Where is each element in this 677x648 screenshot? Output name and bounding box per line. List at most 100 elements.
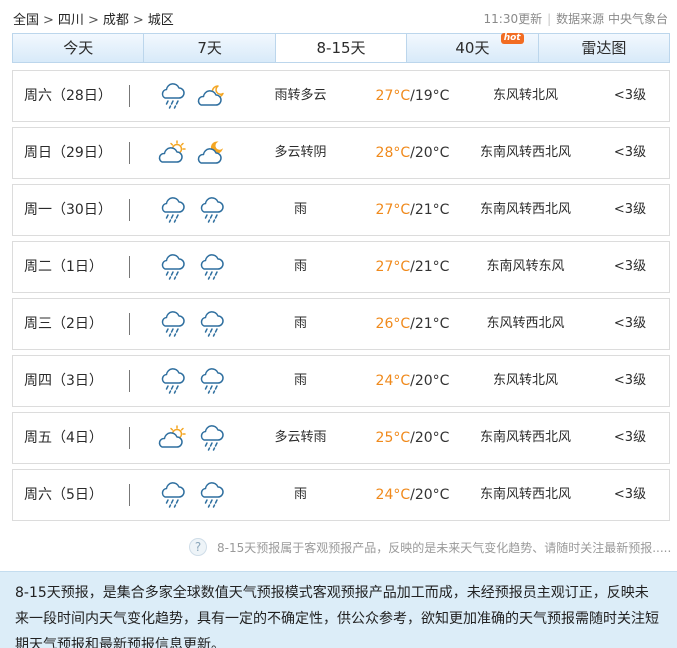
- weather-text: 雨: [293, 316, 307, 331]
- tab-8-15-days[interactable]: 8-15天: [274, 34, 407, 62]
- rain-icon: [157, 480, 187, 510]
- row-divider: [129, 256, 130, 278]
- forecast-row: 周一（30日） 雨 27°C/21°C 东南风转西北风 <3级: [12, 184, 670, 236]
- temperature: 27°C/21°C: [365, 185, 460, 235]
- breadcrumb-country[interactable]: 全国: [13, 13, 39, 28]
- tab-label: 8-15天: [316, 39, 366, 57]
- forecast-date: 周三（2日）: [24, 316, 103, 332]
- breadcrumb-separator: >: [132, 13, 144, 28]
- tab-label: 40天: [455, 39, 490, 57]
- high-temp: 24°C: [375, 487, 411, 503]
- high-temp: 25°C: [375, 430, 411, 446]
- top-bar: 全国 > 四川 > 成都 > 城区 11:30更新 | 数据来源 中央气象台: [0, 0, 677, 33]
- wind-direction: 东南风转西北风: [479, 430, 571, 445]
- partly-cloudy-day-icon: [157, 138, 187, 168]
- info-box: 8-15天预报，是集合多家全球数值天气预报模式客观预报产品加工而成，未经预报员主…: [0, 571, 677, 648]
- low-temp: /20°C: [410, 373, 450, 389]
- wind-direction: 东风转西北风: [486, 316, 565, 331]
- breadcrumb: 全国 > 四川 > 成都 > 城区: [13, 9, 174, 28]
- rain-icon: [196, 195, 226, 225]
- forecast-date: 周一（30日）: [24, 202, 112, 218]
- weather-icons: [157, 423, 226, 453]
- info-text: 8-15天预报，是集合多家全球数值天气预报模式客观预报产品加工而成，未经预报员主…: [15, 585, 659, 648]
- wind-direction: 东风转北风: [492, 373, 558, 388]
- note-text: 8-15天预报属于客观预报产品，反映的是未来天气变化趋势、请随时关注最新预报..…: [217, 540, 671, 555]
- high-temp: 24°C: [375, 373, 411, 389]
- wind-level: <3级: [613, 259, 647, 274]
- forecast-row: 周二（1日） 雨 27°C/21°C 东南风转东风 <3级: [12, 241, 670, 293]
- update-time: 11:30更新: [483, 12, 543, 26]
- wind-direction: 东南风转西北风: [479, 145, 571, 160]
- weather-icons: [157, 309, 226, 339]
- forecast-note: ? 8-15天预报属于客观预报产品，反映的是未来天气变化趋势、请随时关注最新预报…: [189, 537, 671, 557]
- rain-icon: [196, 252, 226, 282]
- help-icon[interactable]: ?: [189, 538, 207, 556]
- high-temp: 27°C: [375, 202, 411, 218]
- low-temp: /20°C: [410, 430, 450, 446]
- row-divider: [129, 85, 130, 107]
- row-divider: [129, 427, 130, 449]
- divider: |: [547, 12, 552, 26]
- row-divider: [129, 370, 130, 392]
- tab-label: 7天: [197, 39, 222, 57]
- tab-label: 雷达图: [581, 39, 627, 57]
- forecast-date: 周六（28日）: [24, 88, 112, 104]
- forecast-date: 周五（4日）: [24, 430, 103, 446]
- tab-7-days[interactable]: 7天: [143, 34, 275, 62]
- wind-level: <3级: [613, 487, 647, 502]
- tab-today[interactable]: 今天: [13, 34, 144, 62]
- temperature: 27°C/19°C: [365, 71, 460, 121]
- wind-level: <3级: [613, 88, 647, 103]
- forecast-date: 周二（1日）: [24, 259, 103, 275]
- row-divider: [129, 484, 130, 506]
- tab-40-days[interactable]: 40天 hot: [406, 33, 538, 62]
- weather-text: 雨: [293, 373, 307, 388]
- wind-level: <3级: [613, 430, 647, 445]
- forecast-row: 周四（3日） 雨 24°C/20°C 东风转北风 <3级: [12, 355, 670, 407]
- tab-label: 今天: [63, 39, 94, 57]
- hot-badge: hot: [500, 33, 524, 44]
- rain-icon: [196, 309, 226, 339]
- wind-level: <3级: [613, 316, 647, 331]
- forecast-row: 周六（5日） 雨 24°C/20°C 东南风转西北风 <3级: [12, 469, 670, 521]
- rain-icon: [196, 480, 226, 510]
- weather-icons: [157, 81, 226, 111]
- wind-direction: 东南风转东风: [486, 259, 565, 274]
- rain-icon: [157, 195, 187, 225]
- weather-icons: [157, 195, 226, 225]
- rain-icon: [157, 252, 187, 282]
- forecast-row: 周五（4日） 多云转雨 25°C/20°C 东南风转西北风 <3级: [12, 412, 670, 464]
- low-temp: /21°C: [410, 202, 450, 218]
- weather-text: 多云转雨: [274, 430, 327, 445]
- temperature: 28°C/20°C: [365, 128, 460, 178]
- breadcrumb-separator: >: [43, 13, 54, 28]
- rain-icon: [157, 81, 187, 111]
- high-temp: 28°C: [375, 145, 411, 161]
- breadcrumb-province[interactable]: 四川: [58, 13, 84, 28]
- forecast-date: 周日（29日）: [24, 145, 112, 161]
- wind-direction: 东南风转西北风: [479, 202, 571, 217]
- temperature: 26°C/21°C: [365, 299, 460, 349]
- wind-direction: 东风转北风: [492, 88, 558, 103]
- breadcrumb-city[interactable]: 成都: [103, 13, 129, 28]
- rain-icon: [157, 366, 187, 396]
- cloudy-night-icon: [196, 138, 226, 168]
- weather-text: 雨: [293, 487, 307, 502]
- temperature: 25°C/20°C: [365, 413, 460, 463]
- temperature: 24°C/20°C: [365, 356, 460, 406]
- low-temp: /21°C: [410, 316, 450, 332]
- wind-level: <3级: [613, 145, 647, 160]
- high-temp: 27°C: [375, 259, 411, 275]
- rain-icon: [196, 423, 226, 453]
- weather-icons: [157, 366, 226, 396]
- tab-radar[interactable]: 雷达图: [537, 34, 670, 62]
- temperature: 27°C/21°C: [365, 242, 460, 292]
- forecast-row: 周六（28日） 雨转多云 27°C/19°C 东风转北风 <3级: [12, 70, 670, 122]
- temperature: 24°C/20°C: [365, 470, 460, 520]
- forecast-row: 周三（2日） 雨 26°C/21°C 东风转西北风 <3级: [12, 298, 670, 350]
- data-source: 数据来源 中央气象台: [556, 12, 668, 26]
- wind-level: <3级: [613, 373, 647, 388]
- weather-text: 雨转多云: [274, 88, 327, 103]
- rain-icon: [157, 309, 187, 339]
- wind-direction: 东南风转西北风: [479, 487, 571, 502]
